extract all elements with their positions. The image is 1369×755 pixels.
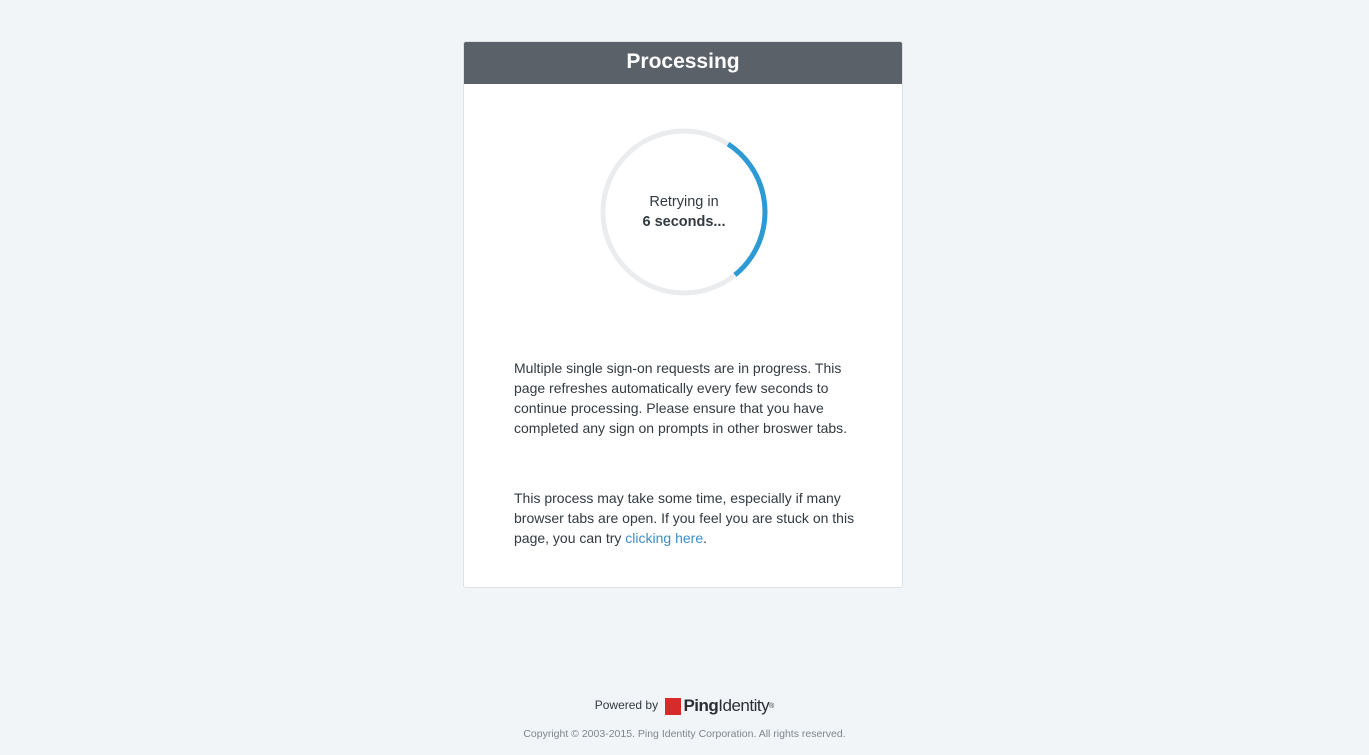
brand-name-bold: Ping	[683, 696, 719, 715]
powered-by-label: Powered by	[594, 698, 659, 713]
copyright: Copyright © 2003-2015. Ping Identity Cor…	[523, 728, 846, 740]
brand-mark: ®	[769, 702, 775, 710]
countdown-text: Retrying in 6 seconds...	[599, 127, 769, 297]
powered-by: Powered by PingIdentity ®	[0, 696, 1369, 716]
retry-countdown-spinner: Retrying in 6 seconds...	[599, 127, 769, 297]
ping-identity-logo: PingIdentity ®	[661, 696, 774, 716]
help-message: This process may take some time, especia…	[514, 488, 859, 548]
retry-link[interactable]: clicking here	[625, 530, 703, 546]
help-message-suffix: .	[703, 530, 708, 546]
card-header: Processing	[464, 42, 902, 84]
processing-card: Processing Retrying in 6 seconds... Mult…	[463, 41, 903, 588]
brand-name-light: Identity	[718, 696, 770, 715]
page-title: Processing	[626, 50, 740, 73]
countdown-seconds: 6 seconds...	[642, 214, 726, 230]
brand-name: PingIdentity	[683, 696, 769, 716]
countdown-label: Retrying in	[649, 194, 719, 210]
status-message: Multiple single sign-on requests are in …	[514, 360, 848, 436]
ping-logo-icon	[665, 697, 682, 715]
